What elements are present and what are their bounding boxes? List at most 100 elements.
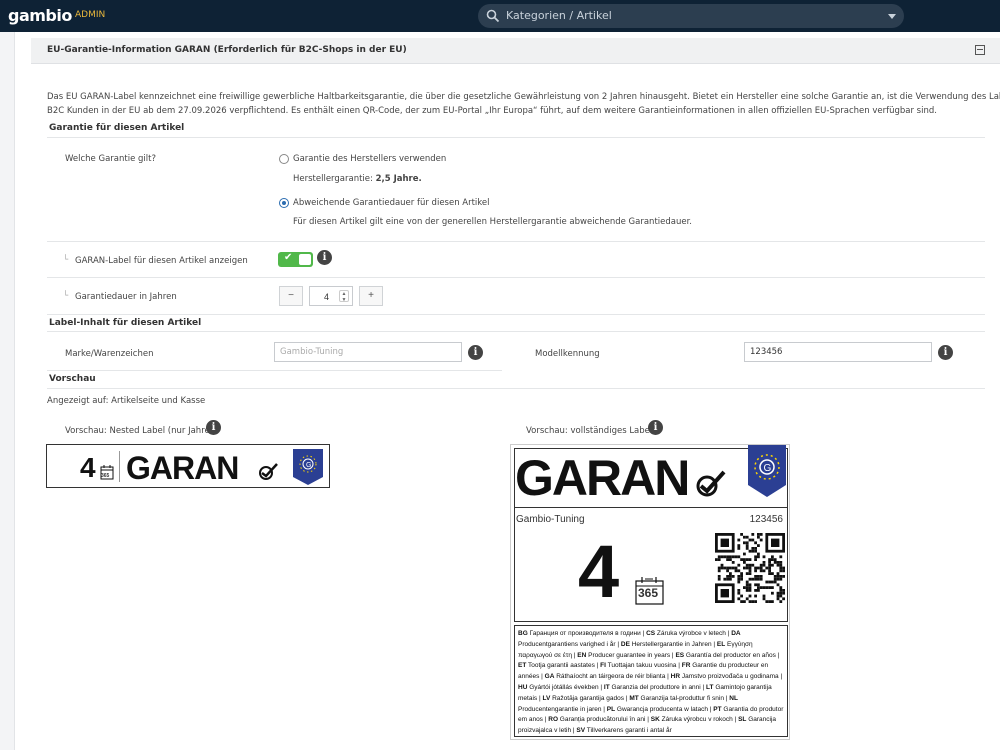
language-code: GA bbox=[544, 673, 555, 681]
language-code: PL bbox=[606, 705, 616, 713]
label-years: 4 bbox=[578, 530, 619, 613]
language-code: EL bbox=[716, 640, 726, 648]
toggle-knob bbox=[299, 254, 311, 265]
search-input[interactable]: Kategorien / Artikel bbox=[506, 9, 612, 22]
svg-text:G: G bbox=[764, 463, 772, 474]
divider bbox=[47, 388, 985, 389]
decrement-button[interactable]: − bbox=[279, 286, 303, 306]
language-code: LT bbox=[706, 683, 714, 691]
language-entry: FI Tuottajan takuu vuosina bbox=[600, 662, 677, 670]
search-box[interactable]: Kategorien / Artikel bbox=[478, 4, 904, 28]
language-entry: HU Gyártói jótállás években bbox=[518, 683, 599, 691]
language-code: FI bbox=[600, 662, 606, 670]
language-entry: EN Producer guarantee in years bbox=[577, 651, 671, 659]
language-entry: CS Záruka výrobce v letech bbox=[646, 630, 726, 637]
language-code: IT bbox=[603, 683, 610, 691]
duration-input[interactable]: 4 ▲ ▼ bbox=[309, 286, 353, 306]
admin-label: ADMIN bbox=[75, 10, 106, 20]
language-code: PT bbox=[713, 705, 722, 713]
language-code: SV bbox=[576, 727, 586, 735]
chevron-down-icon[interactable] bbox=[888, 14, 896, 19]
info-icon[interactable]: i bbox=[938, 345, 953, 360]
divider bbox=[47, 314, 985, 315]
radio-manufacturer-label[interactable]: Garantie des Herstellers verwenden bbox=[293, 154, 446, 164]
language-code: NL bbox=[729, 694, 738, 702]
label-model: 123456 bbox=[749, 514, 783, 525]
info-icon[interactable]: i bbox=[648, 420, 663, 435]
nested-garan-wordmark: GARAN bbox=[126, 450, 239, 486]
collapse-icon[interactable] bbox=[975, 45, 985, 55]
model-input[interactable]: 123456 bbox=[744, 342, 932, 362]
increment-button[interactable]: + bbox=[359, 286, 383, 306]
language-entry: ES Garantía del productor en años bbox=[675, 651, 776, 659]
manufacturer-guarantee-note: Herstellergarantie: 2,5 Jahre. bbox=[293, 174, 422, 184]
language-entry: ET Tootja garantii aastates bbox=[518, 662, 595, 670]
language-code: ES bbox=[675, 651, 685, 659]
nested-label-preview: 4 365 GARAN G bbox=[46, 444, 330, 488]
section-heading-preview: Vorschau bbox=[49, 374, 96, 384]
custom-guarantee-note: Für diesen Artikel gilt eine von der gen… bbox=[293, 217, 693, 227]
spinner-icon[interactable]: ▲ ▼ bbox=[339, 290, 349, 303]
divider bbox=[47, 331, 985, 332]
show-label-toggle[interactable]: ✔ bbox=[278, 252, 313, 267]
guarantee-question: Welche Garantie gilt? bbox=[65, 154, 156, 164]
garan-panel: EU-Garantie-Information GARAN (Erforderl… bbox=[14, 32, 1000, 750]
radio-custom-guarantee[interactable] bbox=[279, 198, 289, 208]
gambio-logo[interactable]: gambio bbox=[8, 6, 72, 25]
language-entry: HR Jamstvo proizvođača u godinama bbox=[670, 673, 779, 681]
indent-marker: └ bbox=[63, 255, 69, 265]
info-icon[interactable]: i bbox=[206, 420, 221, 435]
note-prefix: Herstellergarantie: bbox=[293, 174, 376, 184]
language-entry: LV Ražotāja garantija gados bbox=[542, 694, 625, 702]
language-code: ET bbox=[518, 662, 527, 670]
full-garan-wordmark: GARAN bbox=[515, 450, 690, 506]
search-icon bbox=[486, 9, 500, 23]
language-code: MT bbox=[629, 694, 639, 702]
language-entry: IT Garanzia del produttore in anni bbox=[603, 683, 701, 691]
checkmark-icon: ✔ bbox=[284, 252, 293, 263]
nested-calendar-text: 365 bbox=[101, 473, 110, 479]
duration-value[interactable]: 4 bbox=[324, 292, 329, 302]
shown-on-text: Angezeigt auf: Artikelseite und Kasse bbox=[47, 396, 206, 406]
language-code: SL bbox=[738, 716, 747, 724]
note-value: 2,5 Jahre. bbox=[375, 174, 422, 184]
duration-label: Garantiedauer in Jahren bbox=[75, 292, 177, 302]
language-code: CS bbox=[646, 630, 656, 637]
language-entry: MT Garanzija tal-produttur fi snin bbox=[629, 694, 724, 702]
language-code: SK bbox=[650, 716, 660, 724]
language-code: HU bbox=[518, 683, 528, 691]
language-entry: PL Gwarancja producenta w latach bbox=[606, 705, 708, 713]
full-preview-label: Vorschau: vollständiges Label bbox=[526, 426, 653, 436]
section-heading-guarantee: Garantie für diesen Artikel bbox=[49, 123, 185, 133]
divider bbox=[47, 137, 985, 138]
language-entry: SK Záruka výrobcu v rokoch bbox=[650, 716, 733, 724]
language-entry: DE Herstellergarantie in Jahren bbox=[620, 640, 712, 648]
model-label: Modellkennung bbox=[535, 349, 600, 359]
language-entry: RO Garanția producătorului în ani bbox=[548, 716, 646, 724]
svg-text:G: G bbox=[306, 462, 311, 469]
brand-label: Marke/Warenzeichen bbox=[65, 349, 154, 359]
radio-manufacturer-guarantee[interactable] bbox=[279, 154, 289, 164]
info-icon[interactable]: i bbox=[317, 250, 332, 265]
divider bbox=[47, 277, 985, 278]
toggle-label: GARAN-Label für diesen Artikel anzeigen bbox=[75, 256, 248, 266]
language-code: BG bbox=[518, 630, 528, 637]
intro-text-1: Das EU GARAN-Label kennzeichnet eine fre… bbox=[47, 92, 1000, 102]
panel-title: EU-Garantie-Information GARAN (Erforderl… bbox=[47, 45, 407, 55]
checkmark-icon bbox=[259, 463, 278, 480]
label-calendar-text: 365 bbox=[638, 586, 659, 600]
info-icon[interactable]: i bbox=[468, 345, 483, 360]
panel-header[interactable]: EU-Garantie-Information GARAN (Erforderl… bbox=[31, 38, 1000, 64]
language-entry: BG Гаранция от производителя в години bbox=[518, 630, 641, 637]
indent-marker: └ bbox=[63, 291, 69, 301]
radio-custom-label[interactable]: Abweichende Garantiedauer für diesen Art… bbox=[293, 198, 490, 208]
nested-years: 4 bbox=[80, 452, 96, 483]
language-code: LV bbox=[542, 694, 551, 702]
language-entry: GA Ráthaíocht an táirgeora de réir blian… bbox=[544, 673, 666, 681]
section-heading-content: Label-Inhalt für diesen Artikel bbox=[49, 318, 202, 328]
language-code: FR bbox=[681, 662, 691, 670]
language-code: EN bbox=[577, 651, 587, 659]
language-code: HR bbox=[670, 673, 681, 681]
brand-input[interactable]: Gambio-Tuning bbox=[274, 342, 462, 362]
qr-code-icon bbox=[715, 533, 785, 603]
